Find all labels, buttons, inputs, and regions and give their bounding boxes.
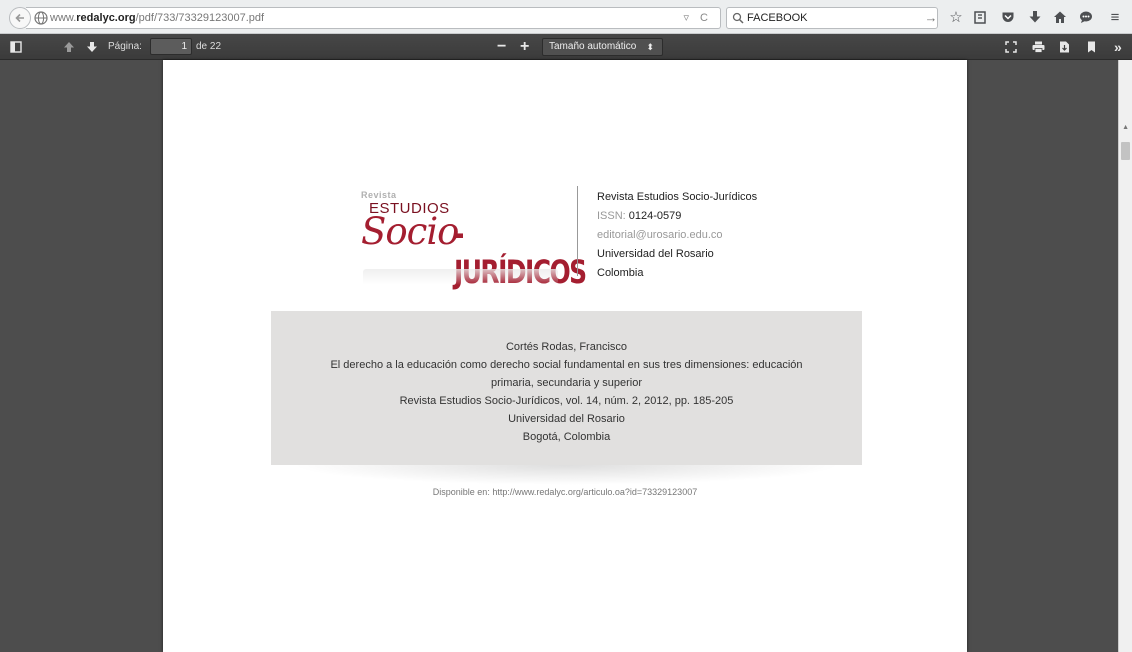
search-bar[interactable]: FACEBOOK <box>726 7 938 29</box>
tools-overflow-icon[interactable]: » <box>1114 39 1122 55</box>
journal-country: Colombia <box>597 267 644 279</box>
journal-email[interactable]: editorial@urosario.edu.co <box>597 226 757 245</box>
document-download-icon <box>1060 41 1069 53</box>
citation-place: Bogotá, Colombia <box>522 431 611 443</box>
available-at-link[interactable]: Disponible en: http://www.redalyc.org/ar… <box>163 487 967 497</box>
page-total: de 22 <box>196 41 222 52</box>
zoom-in-icon[interactable]: + <box>520 39 529 55</box>
search-icon <box>732 12 744 24</box>
scrollbar-thumb[interactable] <box>1121 142 1130 160</box>
pdf-page: Revista ESTUDIOS Socio -JURÍDICOS Revist… <box>163 60 967 652</box>
citation-author: Cortés Rodas, Francisco <box>505 341 628 353</box>
journal-name: Revista Estudios Socio-Jurídicos <box>597 191 758 203</box>
print-icon[interactable] <box>1032 39 1045 55</box>
clipboard-icon <box>974 11 986 24</box>
house-icon <box>1054 11 1066 23</box>
citation-shadow <box>291 465 842 485</box>
page-label: Página: <box>108 41 142 52</box>
back-button[interactable] <box>9 7 31 29</box>
vertical-scrollbar[interactable]: ▲ <box>1118 60 1132 652</box>
journal-info: Revista Estudios Socio-Jurídicos ISSN: 0… <box>597 188 757 283</box>
logo-divider <box>577 186 578 276</box>
zoom-select[interactable]: Tamaño automático ⬍ <box>542 38 663 56</box>
url-bar[interactable]: www.redalyc.org/pdf/733/73329123007.pdf … <box>26 7 721 29</box>
url-text[interactable]: www.redalyc.org/pdf/733/73329123007.pdf <box>50 12 264 24</box>
citation-source: Revista Estudios Socio-Jurídicos, vol. 1… <box>399 395 734 407</box>
browser-navbar: www.redalyc.org/pdf/733/73329123007.pdf … <box>0 0 1132 34</box>
reading-list-icon[interactable] <box>971 8 989 26</box>
arrow-up-icon <box>64 42 74 52</box>
download-arrow-icon <box>1029 11 1041 23</box>
home-icon[interactable] <box>1051 8 1069 26</box>
logo-revista-text: Revista <box>361 190 397 200</box>
fullscreen-icon <box>1005 41 1017 53</box>
page-number-input[interactable]: 1 <box>150 38 192 55</box>
zoom-value: Tamaño automático <box>549 41 637 52</box>
citation-title-line1: El derecho a la educación como derecho s… <box>330 359 803 371</box>
search-go-icon[interactable]: → <box>922 8 940 26</box>
next-page-icon[interactable] <box>86 39 98 55</box>
pocket-icon[interactable] <box>999 8 1017 26</box>
speech-bubble-icon <box>1080 11 1092 23</box>
arrow-down-icon <box>87 42 97 52</box>
reload-icon[interactable]: ▿ C <box>683 11 712 24</box>
zoom-out-icon[interactable]: − <box>497 39 506 55</box>
previous-page-icon[interactable] <box>63 39 75 55</box>
menu-icon[interactable]: ≡ <box>1106 8 1124 26</box>
logo-socio-text: Socio <box>361 210 459 253</box>
issn-value: 0124-0579 <box>628 210 682 222</box>
issn-label: ISSN: <box>597 210 626 222</box>
chat-icon[interactable] <box>1077 8 1095 26</box>
logo-reflection <box>363 269 558 285</box>
sidebar-toggle-icon[interactable] <box>10 39 22 55</box>
bookmark-star-icon[interactable]: ☆ <box>947 8 965 26</box>
citation-publisher: Universidad del Rosario <box>508 413 625 425</box>
journal-institution: Universidad del Rosario <box>597 248 714 260</box>
save-icon[interactable] <box>1059 39 1070 55</box>
journal-logo: Revista ESTUDIOS Socio -JURÍDICOS <box>358 185 587 291</box>
select-arrow-icon: ⬍ <box>646 42 654 52</box>
globe-icon <box>34 11 48 25</box>
presentation-mode-icon[interactable] <box>1005 39 1017 55</box>
search-input[interactable]: FACEBOOK <box>747 12 808 24</box>
ribbon-bookmark-icon <box>1088 41 1095 53</box>
citation-title-line2: primaria, secundaria y superior <box>490 377 642 389</box>
back-arrow-icon <box>15 13 24 23</box>
pocket-shape-icon <box>1002 12 1014 22</box>
bookmark-icon[interactable] <box>1087 39 1096 55</box>
scroll-up-icon[interactable]: ▲ <box>1122 124 1129 131</box>
download-icon[interactable] <box>1026 8 1044 26</box>
journal-issn: ISSN: 0124-0579 <box>597 207 757 226</box>
sidebar-panel-icon <box>10 41 22 53</box>
printer-icon <box>1032 41 1045 53</box>
citation-box: Cortés Rodas, Francisco El derecho a la … <box>271 311 862 465</box>
pdf-toolbar: Página: 1 de 22 − + Tamaño automático ⬍ … <box>0 34 1132 60</box>
